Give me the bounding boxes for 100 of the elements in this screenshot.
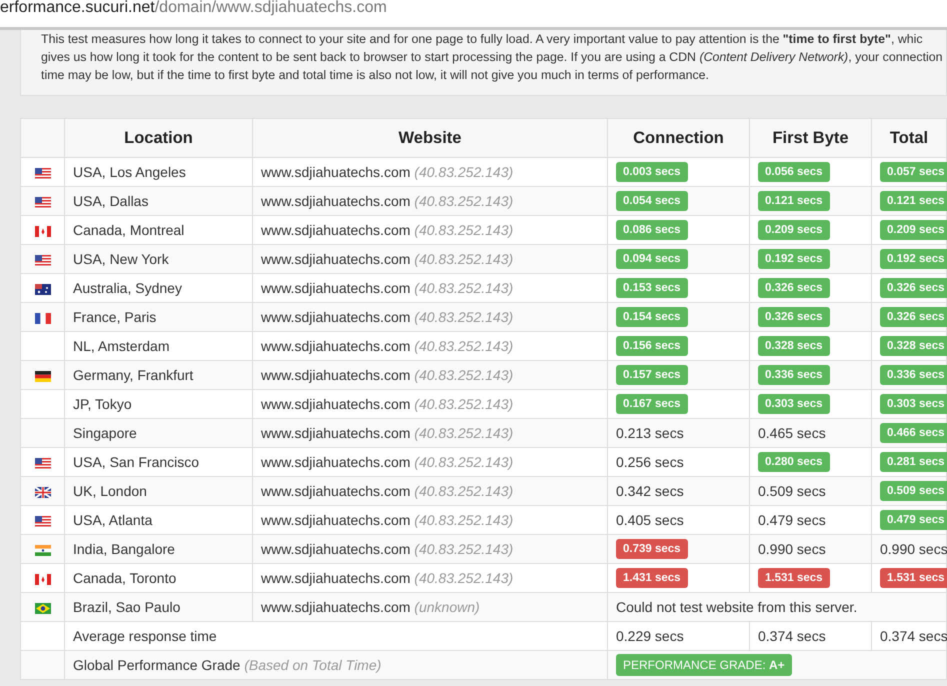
website-text: www.sdjiahuatechs.com (261, 483, 410, 499)
location-cell: UK, London (64, 476, 252, 506)
time-badge: 0.479 secs (880, 510, 947, 530)
error-message: Could not test website from this server. (608, 592, 946, 622)
time-text: 0.990 secs (758, 541, 826, 557)
column-header: Connection (608, 118, 750, 158)
time-badge: 0.192 secs (758, 249, 830, 269)
grade-label: Global Performance Grade (73, 657, 240, 673)
time-badge: 0.328 secs (758, 336, 830, 356)
flag-icon (34, 544, 50, 556)
time-text: 0.213 secs (616, 425, 684, 441)
grade-note: (Based on Total Time) (244, 657, 382, 673)
time-text: 0.342 secs (616, 483, 684, 499)
website-text: www.sdjiahuatechs.com (261, 193, 410, 209)
column-header: Total (872, 118, 946, 158)
time-text: 0.465 secs (758, 425, 826, 441)
location-cell: USA, New York (64, 244, 252, 274)
time-badge: 0.303 secs (880, 394, 947, 414)
flag-icon (34, 486, 50, 498)
website-text: www.sdjiahuatechs.com (261, 425, 410, 441)
website-text: www.sdjiahuatechs.com (261, 309, 410, 325)
website-text: www.sdjiahuatechs.com (261, 599, 410, 615)
time-text: 0.405 secs (616, 512, 684, 528)
time-badge: 0.192 secs (880, 249, 947, 269)
address-bar[interactable]: erformance.sucuri.net/domain/www.sdjiahuatechs.com (0, 0, 947, 30)
ip-address-text: (40.83.252.143) (414, 309, 514, 325)
website-text: www.sdjiahuatechs.com (261, 280, 410, 296)
time-text: 0.990 secs (880, 541, 947, 557)
location-cell: USA, Dallas (64, 186, 252, 216)
ip-address-text: (40.83.252.143) (414, 425, 514, 441)
location-cell: India, Bangalore (64, 534, 252, 564)
time-badge: 0.094 secs (616, 249, 688, 269)
time-badge: 0.054 secs (616, 191, 688, 211)
ip-address-text: (40.83.252.143) (414, 193, 514, 209)
flag-icon (34, 226, 50, 237)
ip-address-text: (40.83.252.143) (414, 164, 514, 180)
time-badge: 0.153 secs (616, 278, 688, 298)
location-cell: Singapore (64, 418, 252, 448)
ip-address-text: (unknown) (414, 599, 480, 615)
time-badge: 0.167 secs (616, 394, 688, 414)
flag-icon (34, 516, 50, 527)
website-text: www.sdjiahuatechs.com (261, 570, 410, 586)
time-badge: 0.156 secs (616, 336, 688, 356)
ip-address-text: (40.83.252.143) (414, 367, 514, 383)
time-badge: 0.326 secs (880, 307, 947, 327)
ip-address-text: (40.83.252.143) (414, 251, 514, 267)
website-text: www.sdjiahuatechs.com (261, 222, 410, 238)
time-badge: 0.326 secs (758, 307, 830, 327)
time-badge: 0.209 secs (880, 220, 947, 240)
ip-address-text: (40.83.252.143) (414, 483, 514, 499)
website-text: www.sdjiahuatechs.com (261, 541, 410, 557)
time-badge: 0.509 secs (880, 481, 947, 501)
description-text: This test measures how long it takes to connect to your site and for one page to fully load. A very important value to pay attention is the "time to first byte", whic gives us how long it took for the content to be sent back to browser to start processing the page. If you are using a CDN (Content Delivery Network), your connection time may be low, but if the time to first byte and total time is also not low, it will not give you much in terms of performance. (41, 31, 944, 84)
time-badge: 0.280 secs (758, 452, 830, 472)
time-badge: 0.466 secs (880, 423, 947, 443)
location-cell: Germany, Frankfurt (64, 360, 252, 390)
website-text: www.sdjiahuatechs.com (261, 396, 410, 412)
time-badge: 0.326 secs (880, 278, 947, 298)
time-badge: 0.003 secs (616, 162, 688, 182)
ip-address-text: (40.83.252.143) (414, 396, 514, 412)
column-header: First Byte (750, 118, 872, 158)
flag-icon (34, 602, 50, 614)
time-badge: 0.056 secs (758, 162, 830, 182)
ip-address-text: (40.83.252.143) (414, 541, 514, 557)
time-badge: 0.086 secs (616, 220, 688, 240)
website-text: www.sdjiahuatechs.com (261, 251, 410, 267)
time-badge: 0.326 secs (758, 278, 830, 298)
flag-icon (34, 168, 50, 179)
time-badge: 1.531 secs (758, 568, 830, 588)
time-badge: 0.336 secs (880, 365, 947, 385)
flag-icon (34, 458, 50, 469)
ip-address-text: (40.83.252.143) (414, 222, 514, 238)
time-badge: 0.336 secs (758, 365, 830, 385)
ip-address-text: (40.83.252.143) (414, 280, 514, 296)
time-badge: 0.121 secs (758, 191, 830, 211)
time-badge: 0.739 secs (616, 539, 688, 559)
grade-badge: PERFORMANCE GRADE: A+ (616, 654, 792, 676)
time-badge: 1.431 secs (616, 568, 688, 588)
ip-address-text: (40.83.252.143) (414, 512, 514, 528)
location-cell: Brazil, Sao Paulo (64, 592, 252, 622)
time-text: 0.256 secs (616, 454, 684, 470)
flag-icon (34, 370, 50, 382)
ip-address-text: (40.83.252.143) (414, 570, 514, 586)
time-badge: 0.328 secs (880, 336, 947, 356)
time-badge: 0.057 secs (880, 162, 947, 182)
flag-icon (34, 196, 50, 208)
flag-icon (34, 254, 50, 266)
time-text: 0.479 secs (758, 512, 826, 528)
flag-icon (34, 574, 50, 585)
time-badge: 0.209 secs (758, 220, 830, 240)
time-badge: 1.531 secs (880, 568, 947, 588)
time-badge: 0.121 secs (880, 191, 947, 211)
time-badge: 0.281 secs (880, 452, 947, 472)
website-text: www.sdjiahuatechs.com (261, 338, 410, 354)
column-header: Location (64, 118, 252, 158)
time-text: 0.509 secs (758, 483, 826, 499)
ip-address-text: (40.83.252.143) (414, 454, 514, 470)
column-header: Website (252, 118, 608, 158)
website-text: www.sdjiahuatechs.com (261, 454, 410, 470)
ip-address-text: (40.83.252.143) (414, 338, 514, 354)
